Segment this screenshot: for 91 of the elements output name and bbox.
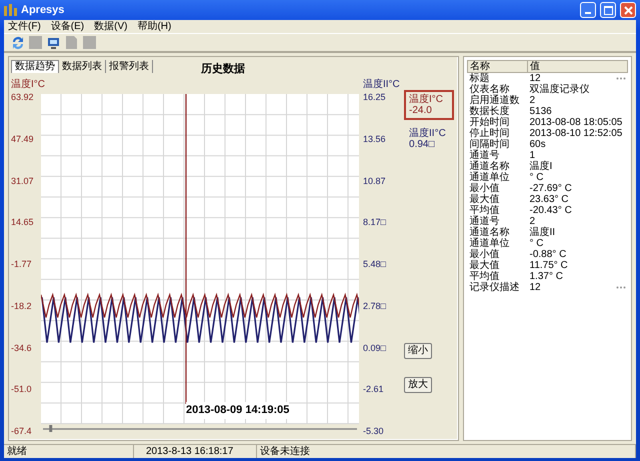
property-value: 双温度记录仪	[530, 84, 590, 95]
maximize-button[interactable]	[600, 2, 616, 18]
axis-tick: 47.49	[11, 134, 35, 144]
property-name: 仪表名称	[468, 84, 528, 95]
property-value: 温度I	[530, 161, 552, 172]
axis-tick: 10.87	[363, 176, 387, 186]
axis-tick: 63.92	[11, 92, 35, 102]
property-name: 平均值	[468, 271, 528, 282]
property-name: 最大值	[468, 194, 500, 205]
axis-tick: 16.25	[363, 92, 387, 102]
axis-tick: -34.6	[11, 342, 33, 352]
close-icon	[624, 6, 632, 14]
menu-item[interactable]: 文件(F)	[8, 20, 41, 32]
ellipsis-icon[interactable]	[616, 77, 626, 80]
property-value: 12	[530, 282, 541, 293]
property-value: 2013-08-10 12:52:05	[530, 128, 622, 139]
cursor-time: 2013-08-09 14:19:05	[186, 402, 290, 418]
zoom-button[interactable]: 放大	[404, 377, 432, 393]
property-name: 平均值	[468, 205, 500, 216]
axis-tick: 2.78□	[363, 300, 387, 311]
axis-tick: 0.09□	[363, 342, 387, 352]
property-value: 5136	[530, 106, 552, 117]
property-name: 数据长度	[468, 106, 510, 117]
property-value: 12	[530, 73, 541, 84]
app-icon	[4, 4, 18, 16]
status-text: 就绪	[4, 445, 134, 458]
menu-item[interactable]: 数据(V)	[94, 20, 128, 32]
status-text: 2013-8-13 16:18:17	[134, 445, 257, 458]
window-title: Apresys	[21, 2, 64, 18]
readout-value: -24.0	[409, 105, 433, 116]
menu-item[interactable]: 帮助(H)	[137, 20, 172, 32]
slider-thumb[interactable]	[49, 425, 52, 432]
readout-label: 温度II°C	[409, 128, 447, 139]
column-header[interactable]: 名称	[468, 60, 528, 72]
property-value: 2	[530, 95, 536, 106]
tab[interactable]: 报警列表	[106, 60, 153, 73]
axis-tick: 5.48□	[363, 259, 387, 269]
axis-tick: -1.77	[11, 259, 33, 269]
axis-tick: 14.65	[11, 217, 35, 228]
status-text: 设备未连接	[257, 445, 636, 458]
property-name: 通道号	[468, 150, 528, 161]
property-value: ° C	[530, 172, 544, 183]
monitor-icon[interactable]	[46, 35, 61, 50]
property-value: 23.63° C	[530, 194, 569, 205]
property-value: -0.88° C	[530, 249, 566, 260]
zoom-button[interactable]: 缩小	[404, 343, 432, 359]
property-name: 通道名称	[468, 227, 510, 238]
menu-item[interactable]: 设备(E)	[50, 20, 84, 32]
tab[interactable]: 数据列表	[59, 60, 106, 73]
property-name: 间隔时间	[468, 139, 510, 150]
axis-tick: 31.07	[11, 176, 35, 186]
minimize-button[interactable]	[580, 2, 596, 18]
property-value: 温度II	[530, 227, 556, 238]
property-value: 1.37° C	[530, 271, 563, 282]
property-name: 停止时间	[468, 128, 510, 139]
property-name: 通道单位	[468, 172, 510, 183]
property-value: 1	[530, 150, 536, 161]
property-value: ° C	[530, 238, 544, 249]
property-name: 通道单位	[468, 238, 510, 249]
readout-value: 0.94□	[409, 139, 436, 150]
ellipsis-icon[interactable]	[616, 286, 626, 289]
tab[interactable]: 数据趋势	[11, 60, 59, 73]
axis-tick: 13.56	[363, 134, 387, 144]
axis-tick: -51.0	[11, 384, 33, 394]
column-header[interactable]: 值	[528, 60, 628, 72]
property-value: 11.75° C	[530, 260, 568, 271]
property-name: 最小值	[468, 249, 500, 260]
property-name: 通道号	[468, 216, 528, 227]
axis-tick: -2.61	[363, 384, 385, 394]
property-value: -20.43° C	[530, 205, 572, 216]
maximize-icon	[604, 6, 612, 14]
property-value: -27.69° C	[530, 183, 572, 194]
axis-label: 温度II°C	[363, 78, 400, 90]
axis-tick: -67.4	[11, 426, 33, 436]
property-name: 启用通道数	[468, 95, 520, 106]
readout-label: 温度I°C	[409, 94, 444, 105]
refresh-icon[interactable]	[10, 35, 25, 50]
property-name: 标题	[468, 72, 528, 84]
axis-tick: -5.30	[363, 426, 385, 436]
property-name: 最小值	[468, 183, 500, 194]
property-name: 最大值	[468, 260, 500, 271]
close-button[interactable]	[620, 2, 636, 18]
property-name: 通道名称	[468, 161, 510, 172]
property-name: 记录仪描述	[468, 282, 520, 293]
axis-tick: 8.17□	[363, 217, 387, 228]
property-name: 开始时间	[468, 117, 510, 128]
property-value: 2	[530, 216, 536, 227]
property-value: 60s	[530, 139, 546, 150]
property-value: 2013-08-08 18:05:05	[530, 117, 622, 128]
axis-tick: -18.2	[11, 300, 33, 311]
panel-title: 历史数据	[201, 62, 245, 77]
